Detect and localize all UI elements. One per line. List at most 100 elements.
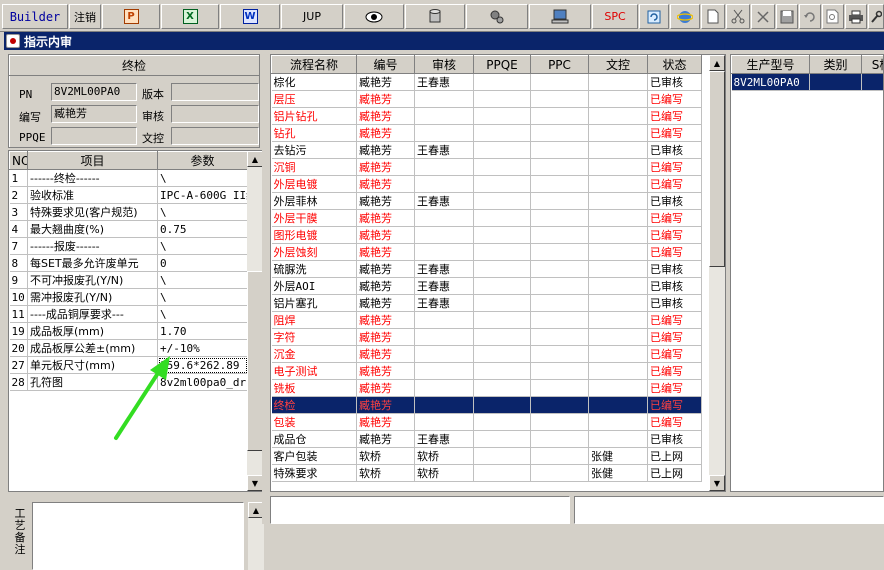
view-button[interactable] xyxy=(344,4,404,29)
status-cell[interactable]: 已上网 xyxy=(648,465,702,482)
doc-control-cell[interactable] xyxy=(589,346,648,363)
ppc-cell[interactable] xyxy=(531,261,589,278)
process-name-cell[interactable]: 沉金 xyxy=(272,346,357,363)
process-row[interactable]: 铝片钻孔臧艳芳已编写 xyxy=(272,108,702,125)
param-no-cell[interactable]: 4 xyxy=(10,221,28,238)
doc-control-cell[interactable] xyxy=(589,74,648,91)
doc-control-cell[interactable]: 张健 xyxy=(589,448,648,465)
reviewer-cell[interactable] xyxy=(415,397,474,414)
ppc-cell[interactable] xyxy=(531,380,589,397)
database-button[interactable] xyxy=(405,4,465,29)
reviewer-cell[interactable]: 王春惠 xyxy=(415,295,474,312)
param-item-cell[interactable]: ----成品铜厚要求--- xyxy=(28,306,158,323)
status-cell[interactable]: 已编写 xyxy=(648,244,702,261)
production-model-cell[interactable]: 8V2ML00PA0 xyxy=(732,74,810,91)
product-grid[interactable]: 生产型号 类别 S板 8V2ML00PA0 xyxy=(730,54,884,492)
author-cell[interactable]: 臧艳芳 xyxy=(357,329,415,346)
reviewer-cell[interactable]: 软桥 xyxy=(415,465,474,482)
process-name-cell[interactable]: 成品仓 xyxy=(272,431,357,448)
param-item-cell[interactable]: 最大翘曲度(%) xyxy=(28,221,158,238)
doc-control-cell[interactable] xyxy=(589,91,648,108)
params-row[interactable]: 4最大翘曲度(%)0.75 xyxy=(10,221,248,238)
author-cell[interactable]: 臧艳芳 xyxy=(357,125,415,142)
col-header-reviewer[interactable]: 审核 xyxy=(415,56,474,74)
ppc-cell[interactable] xyxy=(531,210,589,227)
col-header-no[interactable]: NO xyxy=(10,152,28,170)
process-row[interactable]: 铝片塞孔臧艳芳王春惠已审核 xyxy=(272,295,702,312)
reviewer-cell[interactable] xyxy=(415,176,474,193)
reviewer-cell[interactable] xyxy=(415,125,474,142)
ppqe-cell[interactable] xyxy=(474,108,531,125)
reviewer-cell[interactable]: 软桥 xyxy=(415,448,474,465)
reviewer-cell[interactable] xyxy=(415,108,474,125)
param-no-cell[interactable]: 28 xyxy=(10,374,28,391)
params-row[interactable]: 7------报废------\ xyxy=(10,238,248,255)
doc-control-cell[interactable] xyxy=(589,261,648,278)
ppqe-cell[interactable] xyxy=(474,244,531,261)
col-header-item[interactable]: 项目 xyxy=(28,152,158,170)
process-name-cell[interactable]: 电子测试 xyxy=(272,363,357,380)
author-cell[interactable]: 臧艳芳 xyxy=(357,227,415,244)
scroll-down-button[interactable]: ▼ xyxy=(709,475,725,491)
doc-control-cell[interactable] xyxy=(589,397,648,414)
reviewer-cell[interactable] xyxy=(415,244,474,261)
process-name-cell[interactable]: 外层菲林 xyxy=(272,193,357,210)
reviewer-cell[interactable] xyxy=(415,414,474,431)
status-cell[interactable]: 已上网 xyxy=(648,448,702,465)
process-row[interactable]: 外层电镀臧艳芳已编写 xyxy=(272,176,702,193)
process-row[interactable]: 外层蚀刻臧艳芳已编写 xyxy=(272,244,702,261)
author-cell[interactable]: 臧艳芳 xyxy=(357,380,415,397)
param-value-cell[interactable]: \ xyxy=(158,238,248,255)
ppqe-cell[interactable] xyxy=(474,278,531,295)
params-row[interactable]: 11----成品铜厚要求---\ xyxy=(10,306,248,323)
ppqe-cell[interactable] xyxy=(474,210,531,227)
ppqe-cell[interactable] xyxy=(474,329,531,346)
author-cell[interactable]: 臧艳芳 xyxy=(357,142,415,159)
process-name-cell[interactable]: 字符 xyxy=(272,329,357,346)
undo-button[interactable] xyxy=(799,4,821,29)
param-no-cell[interactable]: 27 xyxy=(10,357,28,374)
ppqe-cell[interactable] xyxy=(474,465,531,482)
param-value-cell[interactable]: \ xyxy=(158,170,248,187)
param-value-cell[interactable]: 0.75 xyxy=(158,221,248,238)
process-name-cell[interactable]: 外层蚀刻 xyxy=(272,244,357,261)
status-cell[interactable]: 已审核 xyxy=(648,278,702,295)
param-no-cell[interactable]: 3 xyxy=(10,204,28,221)
process-name-cell[interactable]: 去钻污 xyxy=(272,142,357,159)
ppc-cell[interactable] xyxy=(531,346,589,363)
reviewer-cell[interactable] xyxy=(415,346,474,363)
browser-button[interactable] xyxy=(670,4,700,29)
ppqe-cell[interactable] xyxy=(474,125,531,142)
process-name-cell[interactable]: 外层电镀 xyxy=(272,176,357,193)
process-row[interactable]: 铣板臧艳芳已编写 xyxy=(272,380,702,397)
param-value-cell[interactable]: \ xyxy=(158,272,248,289)
process-name-cell[interactable]: 图形电镀 xyxy=(272,227,357,244)
scroll-thumb[interactable] xyxy=(709,71,725,267)
category-cell[interactable] xyxy=(810,74,862,91)
col-header-ppc[interactable]: PPC xyxy=(531,56,589,74)
ppc-cell[interactable] xyxy=(531,312,589,329)
bottom-memo-left[interactable] xyxy=(270,496,570,524)
process-grid[interactable]: 流程名称 编号 审核 PPQE PPC 文控 状态 棕化臧艳芳王春惠已审核层压臧… xyxy=(270,54,726,492)
params-row[interactable]: 1------终检------\ xyxy=(10,170,248,187)
reviewer-cell[interactable]: 王春惠 xyxy=(415,193,474,210)
process-row[interactable]: 沉铜臧艳芳已编写 xyxy=(272,159,702,176)
ppqe-cell[interactable] xyxy=(474,431,531,448)
ppqe-cell[interactable] xyxy=(474,193,531,210)
param-no-cell[interactable]: 7 xyxy=(10,238,28,255)
process-name-cell[interactable]: 棕化 xyxy=(272,74,357,91)
author-cell[interactable]: 臧艳芳 xyxy=(357,74,415,91)
notes-textarea[interactable] xyxy=(32,502,244,570)
doc-control-cell[interactable] xyxy=(589,431,648,448)
ppc-cell[interactable] xyxy=(531,227,589,244)
ppqe-field[interactable] xyxy=(51,127,137,145)
doc-control-cell[interactable] xyxy=(589,380,648,397)
reviewer-cell[interactable] xyxy=(415,380,474,397)
author-cell[interactable]: 臧艳芳 xyxy=(357,210,415,227)
col-header-value[interactable]: 参数 xyxy=(158,152,248,170)
params-scrollbar[interactable]: ▲ ▼ xyxy=(247,151,263,491)
ppqe-cell[interactable] xyxy=(474,346,531,363)
param-value-cell[interactable]: 0 xyxy=(158,255,248,272)
col-header-category[interactable]: 类别 xyxy=(810,56,862,74)
ppc-cell[interactable] xyxy=(531,295,589,312)
